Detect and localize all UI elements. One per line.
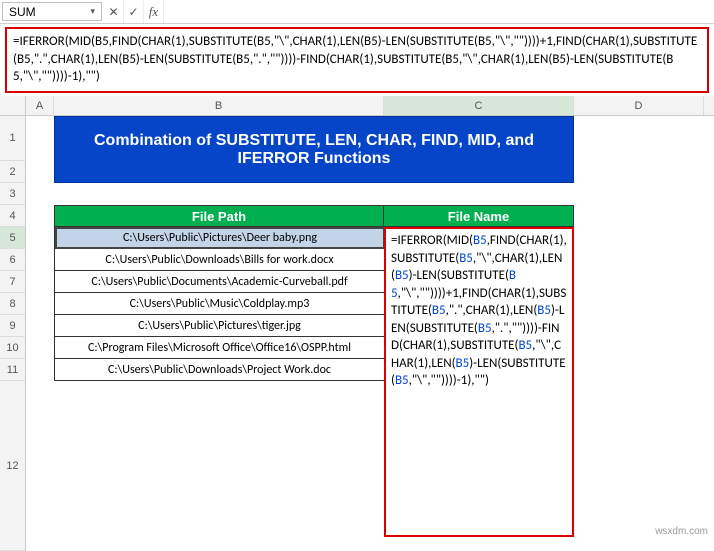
worksheet-grid: 1 2 3 4 5 6 7 8 9 10 11 12 Combination o…	[0, 116, 714, 551]
title-banner: Combination of SUBSTITUTE, LEN, CHAR, FI…	[54, 116, 574, 183]
formula-bar[interactable]: =IFERROR(MID(B5,FIND(CHAR(1),SUBSTITUTE(…	[5, 27, 709, 93]
row-header-9[interactable]: 9	[0, 315, 26, 337]
cell-b10[interactable]: C:\Program Files\Microsoft Office\Office…	[55, 337, 385, 359]
table-header-row: File Path File Name	[54, 205, 574, 227]
row-headers: 1 2 3 4 5 6 7 8 9 10 11 12	[0, 116, 26, 551]
title-text: Combination of SUBSTITUTE, LEN, CHAR, FI…	[70, 132, 558, 168]
cell-b7[interactable]: C:\Users\Public\Documents\Academic-Curve…	[55, 271, 385, 293]
row-header-1[interactable]: 1	[0, 116, 26, 161]
select-all-corner[interactable]	[0, 96, 26, 115]
header-file-name: File Name	[384, 205, 574, 227]
row-header-3[interactable]: 3	[0, 183, 26, 205]
row-header-8[interactable]: 8	[0, 293, 26, 315]
name-box[interactable]: SUM ▾	[2, 2, 102, 21]
col-header-c[interactable]: C	[384, 96, 574, 115]
row-header-7[interactable]: 7	[0, 271, 26, 293]
row-header-11[interactable]: 11	[0, 359, 26, 381]
cell-b5[interactable]: C:\Users\Public\Pictures\Deer baby.png	[55, 227, 385, 249]
header-file-path: File Path	[54, 205, 384, 227]
dropdown-icon[interactable]: ▾	[90, 6, 95, 17]
name-box-value: SUM	[9, 5, 36, 19]
cell-b8[interactable]: C:\Users\Public\Music\Coldplay.mp3	[55, 293, 385, 315]
cancel-icon[interactable]: ✕	[104, 0, 124, 23]
cell-b9[interactable]: C:\Users\Public\Pictures\tiger.jpg	[55, 315, 385, 337]
col-header-d[interactable]: D	[574, 96, 704, 115]
row-header-4[interactable]: 4	[0, 205, 26, 227]
watermark: wsxdm.com	[655, 526, 708, 537]
column-headers: A B C D	[0, 96, 714, 116]
row-header-5[interactable]: 5	[0, 227, 26, 249]
cell-b6[interactable]: C:\Users\Public\Downloads\Bills for work…	[55, 249, 385, 271]
cell-b11[interactable]: C:\Users\Public\Downloads\Project Work.d…	[55, 359, 385, 381]
col-header-b[interactable]: B	[54, 96, 384, 115]
fx-icon[interactable]: fx	[144, 0, 164, 23]
row-header-10[interactable]: 10	[0, 337, 26, 359]
cell-c5-formula-editing[interactable]: =IFERROR(MID(B5,FIND(CHAR(1),SUBSTITUTE(…	[384, 227, 574, 537]
row-header-2[interactable]: 2	[0, 161, 26, 183]
cells-area[interactable]: Combination of SUBSTITUTE, LEN, CHAR, FI…	[26, 116, 714, 551]
row-header-12[interactable]: 12	[0, 381, 26, 551]
enter-icon[interactable]: ✓	[124, 0, 144, 23]
row-header-6[interactable]: 6	[0, 249, 26, 271]
col-header-a[interactable]: A	[26, 96, 54, 115]
formula-bar-text: =IFERROR(MID(B5,FIND(CHAR(1),SUBSTITUTE(…	[13, 34, 697, 84]
top-toolbar: SUM ▾ ✕ ✓ fx	[0, 0, 714, 24]
